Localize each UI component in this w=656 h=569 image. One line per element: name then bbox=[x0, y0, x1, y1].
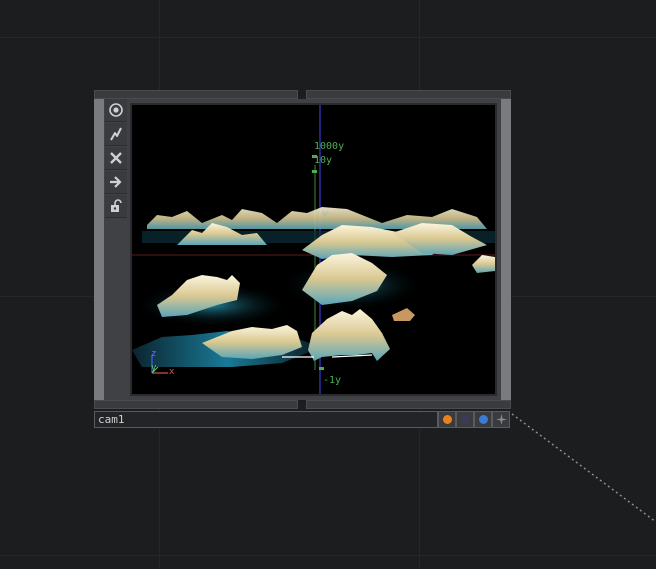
export-arrow-icon bbox=[110, 176, 122, 188]
close-button[interactable] bbox=[105, 147, 127, 170]
output-connector[interactable] bbox=[94, 400, 298, 409]
display-flag-button[interactable] bbox=[438, 411, 456, 428]
node-input-edge[interactable] bbox=[94, 99, 104, 400]
viewer-active-button[interactable] bbox=[105, 99, 127, 122]
input-connector[interactable] bbox=[306, 90, 511, 99]
node-input-connectors bbox=[94, 90, 511, 99]
gizmo-label-z: z bbox=[151, 349, 157, 359]
node-flags bbox=[438, 411, 511, 428]
bypass-button[interactable] bbox=[105, 123, 127, 146]
viewer-flag-icon bbox=[478, 415, 488, 424]
node-name-field[interactable]: cam1 bbox=[94, 411, 438, 428]
gizmo-label-x: x bbox=[169, 367, 175, 377]
render-viewer[interactable]: 1000y 10y y -1y z y x bbox=[130, 103, 497, 396]
crosshair-icon bbox=[495, 414, 507, 425]
axis-label-bottom: -1y bbox=[323, 375, 342, 386]
axis-label-far: 1000y bbox=[314, 141, 345, 152]
display-flag-icon bbox=[442, 415, 452, 424]
bypass-icon bbox=[110, 127, 122, 141]
lock-button[interactable] bbox=[105, 195, 127, 218]
close-icon bbox=[110, 152, 122, 164]
axis-label-mid: y bbox=[322, 209, 329, 220]
viewer-active-icon bbox=[109, 103, 123, 117]
output-anchor-button[interactable] bbox=[492, 411, 510, 428]
lock-icon bbox=[111, 199, 122, 212]
node-body[interactable]: 1000y 10y y -1y z y x bbox=[94, 99, 511, 400]
node-output-edge[interactable] bbox=[501, 99, 511, 400]
input-connector[interactable] bbox=[94, 90, 298, 99]
node-output-connectors bbox=[94, 400, 511, 409]
grid-line bbox=[0, 37, 656, 38]
render-flag-button[interactable] bbox=[456, 411, 474, 428]
grid-line bbox=[0, 555, 656, 556]
viewer-flag-button[interactable] bbox=[474, 411, 492, 428]
axis-label-near: 10y bbox=[314, 155, 333, 166]
render-flag-icon bbox=[460, 415, 470, 424]
export-button[interactable] bbox=[105, 171, 127, 194]
camera-node[interactable]: 1000y 10y y -1y z y x bbox=[94, 90, 511, 410]
node-toolbar bbox=[105, 99, 127, 224]
output-connector[interactable] bbox=[306, 400, 511, 409]
gizmo-label-y: y bbox=[151, 363, 157, 373]
